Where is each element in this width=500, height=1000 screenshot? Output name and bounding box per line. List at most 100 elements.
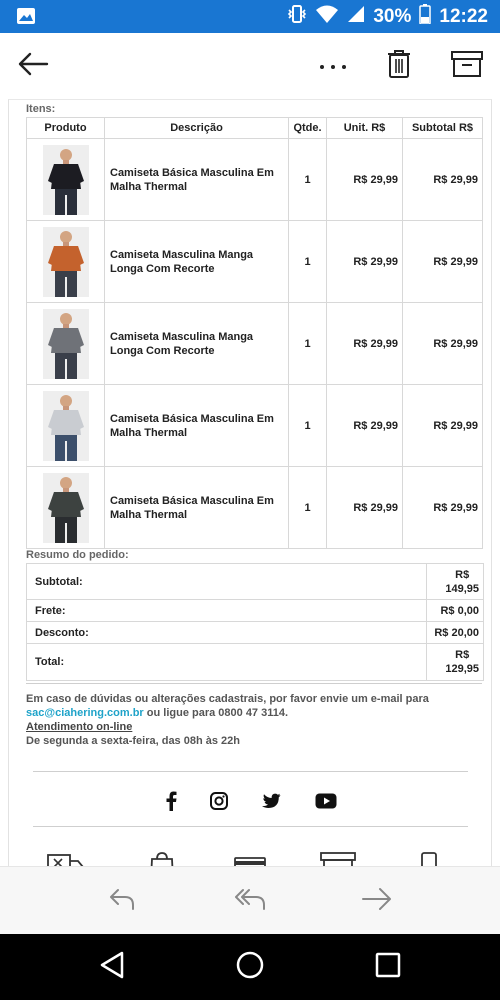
- archive-icon: [451, 50, 483, 83]
- shopping-bag-icon: [142, 851, 182, 866]
- product-image[interactable]: [42, 144, 89, 215]
- desconto-value: R$ 20,00: [427, 622, 483, 644]
- table-row: Camiseta Básica Masculina Em Malha Therm…: [26, 384, 483, 467]
- summary-row-total: Total: R$ 129,95: [27, 644, 483, 680]
- product-image[interactable]: [42, 226, 89, 297]
- store-icon: [318, 851, 358, 866]
- arrow-left-icon: [17, 52, 49, 81]
- subtotal-value: R$ 149,95: [427, 564, 483, 600]
- subtotal-label: Subtotal:: [27, 564, 427, 600]
- items-table: Produto Descrição Qtde. Unit. R$ Subtota…: [26, 117, 483, 549]
- back-button[interactable]: [10, 33, 56, 99]
- gallery-icon: [16, 7, 36, 25]
- table-row: Camiseta Masculina Manga Longa Com Recor…: [26, 302, 483, 385]
- mobile-phone-icon: [418, 851, 458, 866]
- product-unit-price: R$ 29,99: [326, 384, 403, 467]
- product-subtotal: R$ 29,99: [402, 466, 483, 549]
- product-unit-price: R$ 29,99: [326, 466, 403, 549]
- product-qty: 1: [288, 466, 327, 549]
- vibrate-icon: [287, 4, 307, 30]
- product-description: Camiseta Masculina Manga Longa Com Recor…: [104, 302, 289, 385]
- summary-label: Resumo do pedido:: [26, 549, 129, 561]
- nav-home-button[interactable]: [220, 934, 280, 1000]
- youtube-icon[interactable]: [311, 786, 341, 816]
- product-unit-price: R$ 29,99: [326, 138, 403, 221]
- online-support-link[interactable]: Atendimento on-line: [26, 721, 132, 733]
- support-hours: De segunda a sexta-feira, das 08h às 22h: [26, 735, 240, 747]
- square-recents-icon: [375, 952, 401, 983]
- contact-info: Em caso de dúvidas ou alterações cadastr…: [26, 693, 429, 747]
- product-qty: 1: [288, 220, 327, 303]
- product-image[interactable]: [42, 390, 89, 461]
- product-description: Camiseta Básica Masculina Em Malha Therm…: [104, 384, 289, 467]
- product-subtotal: R$ 29,99: [402, 302, 483, 385]
- total-value: R$ 129,95: [445, 649, 479, 675]
- email-toolbar: [0, 33, 500, 99]
- credit-card-icon: [232, 851, 272, 866]
- facebook-icon[interactable]: [156, 786, 186, 816]
- status-bar: 30% 12:22: [0, 0, 500, 33]
- footer-benefits-icons: [0, 851, 500, 866]
- product-description: Camiseta Básica Masculina Em Malha Therm…: [104, 466, 289, 549]
- total-label: Total:: [27, 644, 427, 680]
- reply-all-icon: [234, 887, 266, 916]
- footer-divider-bottom: [33, 826, 468, 827]
- header-qty: Qtde.: [288, 117, 327, 139]
- items-label: Itens:: [26, 103, 56, 115]
- email-action-bar: [0, 866, 500, 934]
- desconto-label: Desconto:: [27, 622, 427, 644]
- summary-divider: [26, 683, 482, 684]
- table-row: Camiseta Básica Masculina Em Malha Therm…: [26, 466, 483, 549]
- table-row: Camiseta Masculina Manga Longa Com Recor…: [26, 220, 483, 303]
- instagram-icon[interactable]: [204, 786, 234, 816]
- forward-button[interactable]: [352, 867, 402, 935]
- archive-button[interactable]: [444, 33, 490, 99]
- signal-icon: [347, 5, 365, 29]
- circle-home-icon: [235, 950, 265, 985]
- nav-recents-button[interactable]: [358, 934, 418, 1000]
- more-horizontal-icon: [318, 57, 348, 75]
- battery-icon: [419, 4, 432, 30]
- items-header-row: Produto Descrição Qtde. Unit. R$ Subtota…: [26, 117, 483, 139]
- twitter-icon[interactable]: [256, 786, 286, 816]
- delivery-truck-icon: [46, 851, 86, 866]
- header-unit: Unit. R$: [326, 117, 403, 139]
- product-unit-price: R$ 29,99: [326, 220, 403, 303]
- product-subtotal: R$ 29,99: [402, 384, 483, 467]
- product-description: Camiseta Básica Masculina Em Malha Therm…: [104, 138, 289, 221]
- trash-icon: [387, 49, 411, 84]
- battery-percent: 30%: [373, 6, 412, 27]
- summary-row-subtotal: Subtotal: R$ 149,95: [27, 564, 483, 600]
- arrow-right-icon: [361, 887, 393, 916]
- support-email-link[interactable]: sac@ciahering.com.br: [26, 707, 144, 719]
- product-description: Camiseta Masculina Manga Longa Com Recor…: [104, 220, 289, 303]
- header-subtotal: Subtotal R$: [402, 117, 483, 139]
- reply-all-button[interactable]: [225, 867, 275, 935]
- delete-button[interactable]: [376, 33, 422, 99]
- product-subtotal: R$ 29,99: [402, 220, 483, 303]
- product-image[interactable]: [42, 308, 89, 379]
- product-unit-price: R$ 29,99: [326, 302, 403, 385]
- reply-icon: [109, 887, 135, 916]
- product-qty: 1: [288, 138, 327, 221]
- product-subtotal: R$ 29,99: [402, 138, 483, 221]
- order-summary-table: Subtotal: R$ 149,95 Frete: R$ 0,00 Descon…: [26, 563, 484, 681]
- frete-value: R$ 0,00: [427, 600, 483, 622]
- product-image[interactable]: [42, 472, 89, 543]
- clock: 12:22: [439, 6, 488, 27]
- email-body[interactable]: Itens: Produto Descrição Qtde. Unit. R$ …: [0, 99, 500, 866]
- header-product: Produto: [26, 117, 105, 139]
- social-links: [150, 786, 350, 816]
- frete-label: Frete:: [27, 600, 427, 622]
- triangle-back-icon: [99, 951, 125, 984]
- header-description: Descrição: [104, 117, 289, 139]
- reply-button[interactable]: [97, 867, 147, 935]
- nav-back-button[interactable]: [82, 934, 142, 1000]
- summary-row-desconto: Desconto: R$ 20,00: [27, 622, 483, 644]
- more-options-button[interactable]: [310, 33, 356, 99]
- system-navigation-bar: [0, 934, 500, 1000]
- wifi-icon: [315, 4, 339, 30]
- product-qty: 1: [288, 384, 327, 467]
- summary-row-frete: Frete: R$ 0,00: [27, 600, 483, 622]
- footer-divider-top: [33, 771, 468, 772]
